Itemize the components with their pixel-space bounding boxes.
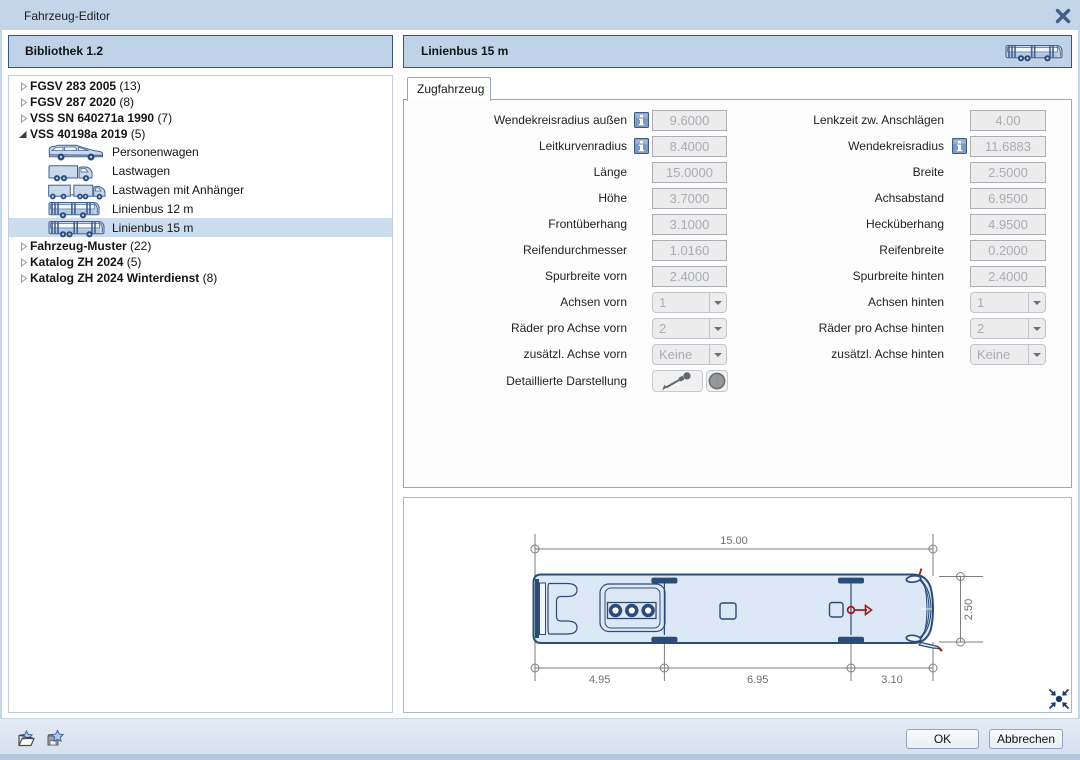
svg-text:6.95: 6.95 bbox=[747, 674, 768, 686]
svg-text:3.10: 3.10 bbox=[881, 674, 902, 686]
svg-text:4.95: 4.95 bbox=[589, 674, 610, 686]
svg-text:2.50: 2.50 bbox=[963, 599, 975, 620]
svg-text:15.00: 15.00 bbox=[720, 535, 748, 547]
